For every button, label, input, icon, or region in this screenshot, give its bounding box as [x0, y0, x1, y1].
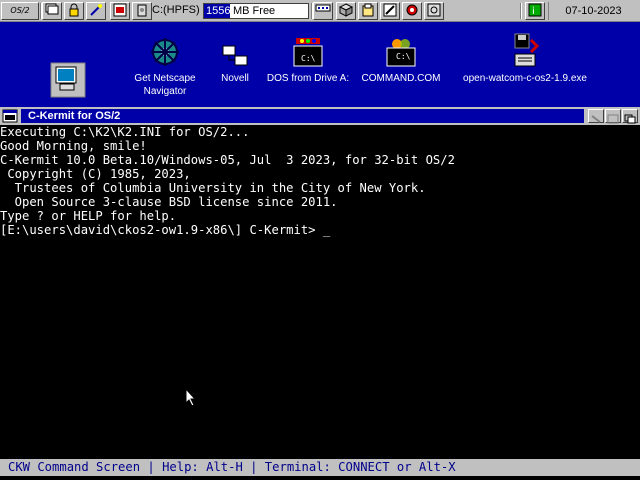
dos-window-icon: [293, 38, 323, 67]
kermit-window: C-Kermit for OS/2 Executing C:\K2\K2.INI…: [0, 107, 640, 480]
terminal-line: Good Morning, smile!: [0, 139, 147, 153]
desktop-icon-label: Novell: [221, 73, 249, 84]
netscape-wheel-icon: [151, 38, 179, 66]
mouse-pointer-icon: [185, 388, 197, 407]
launchbar-separator: [520, 3, 522, 19]
dos-badge-text: C:\: [301, 54, 316, 63]
editor-icon[interactable]: [380, 2, 400, 20]
launch-bar: OS/2 C:(HPFS) 1556 MB Free i 07-10-2023: [0, 0, 640, 22]
drive-label: C:(HPFS): [152, 4, 200, 16]
desktop-icon-label: DOS from Drive A:: [266, 73, 350, 84]
desktop-icon-netscape[interactable]: Get Netscape Navigator: [128, 36, 202, 98]
desktop-icon-label: COMMAND.COM: [361, 73, 441, 84]
svg-text:i: i: [532, 6, 535, 17]
terminal-line: Type ? or HELP for help.: [0, 209, 177, 223]
system-menu-icon[interactable]: [2, 109, 18, 123]
title-bar-active: C-Kermit for OS/2: [21, 109, 584, 123]
terminal-line: Executing C:\K2\K2.INI for OS/2...: [0, 125, 250, 139]
maximize-button[interactable]: [605, 109, 621, 124]
terminal-line: Trustees of Columbia University in the C…: [0, 181, 426, 195]
terminal-line: C-Kermit 10.0 Beta.10/Windows-05, Jul 3 …: [0, 153, 455, 167]
computer-icon: [50, 62, 86, 98]
title-bar[interactable]: C-Kermit for OS/2: [0, 107, 640, 125]
command-badge-text: C:\: [396, 52, 411, 61]
maximize-icon: [607, 114, 619, 124]
desktop-icon-open-watcom[interactable]: open-watcom-c-os2-1.9.exe: [452, 32, 598, 85]
desktop-icon-label: open-watcom-c-os2-1.9.exe: [463, 73, 587, 84]
drive-free-value: 1556: [206, 5, 231, 17]
terminal-screen[interactable]: Executing C:\K2\K2.INI for OS/2... Good …: [0, 125, 640, 462]
terminal-line: Open Source 3-clause BSD license since 2…: [0, 195, 338, 209]
lock-icon[interactable]: [64, 2, 84, 20]
minimize-icon: [591, 115, 601, 123]
os2-logo-button[interactable]: OS/2: [1, 2, 39, 20]
package-icon[interactable]: [336, 2, 356, 20]
desktop-icon-dos-drive-a[interactable]: C:\ DOS from Drive A:: [264, 36, 352, 85]
system-setup-icon[interactable]: [110, 2, 130, 20]
desktop-icon-system[interactable]: [48, 62, 88, 102]
window-title: C-Kermit for OS/2: [28, 110, 121, 122]
drive-free-meter: 1556 MB Free: [203, 3, 309, 19]
folder-icon[interactable]: [358, 2, 378, 20]
desktop-icon-label: Get Netscape Navigator: [134, 73, 196, 97]
drive-free-unit: MB Free: [233, 5, 276, 17]
help-icon[interactable]: i: [525, 2, 545, 20]
desktop-icon-novell[interactable]: Novell: [211, 44, 259, 85]
network-icon: [222, 45, 248, 66]
status-line: CKW Command Screen | Help: Alt-H | Termi…: [0, 459, 640, 476]
date-display: 07-10-2023: [548, 2, 638, 20]
memory-icon[interactable]: [313, 2, 333, 20]
terminal-prompt-line[interactable]: [E:\users\david\ckos2-ow1.9-x86\] C-Kerm…: [0, 223, 640, 237]
restore-button[interactable]: [622, 109, 638, 124]
restore-icon: [624, 114, 636, 124]
drive-c-icon[interactable]: [132, 2, 152, 20]
shutdown-icon[interactable]: [424, 2, 444, 20]
installer-icon: [514, 33, 540, 67]
desktop-icon-command-com[interactable]: C:\ COMMAND.COM: [360, 36, 442, 85]
settings-gear-icon[interactable]: [402, 2, 422, 20]
window-list-icon[interactable]: [42, 2, 62, 20]
terminal-line: Copyright (C) 1985, 2023,: [0, 167, 191, 181]
minimize-button[interactable]: [588, 109, 604, 123]
run-icon[interactable]: [86, 2, 106, 20]
